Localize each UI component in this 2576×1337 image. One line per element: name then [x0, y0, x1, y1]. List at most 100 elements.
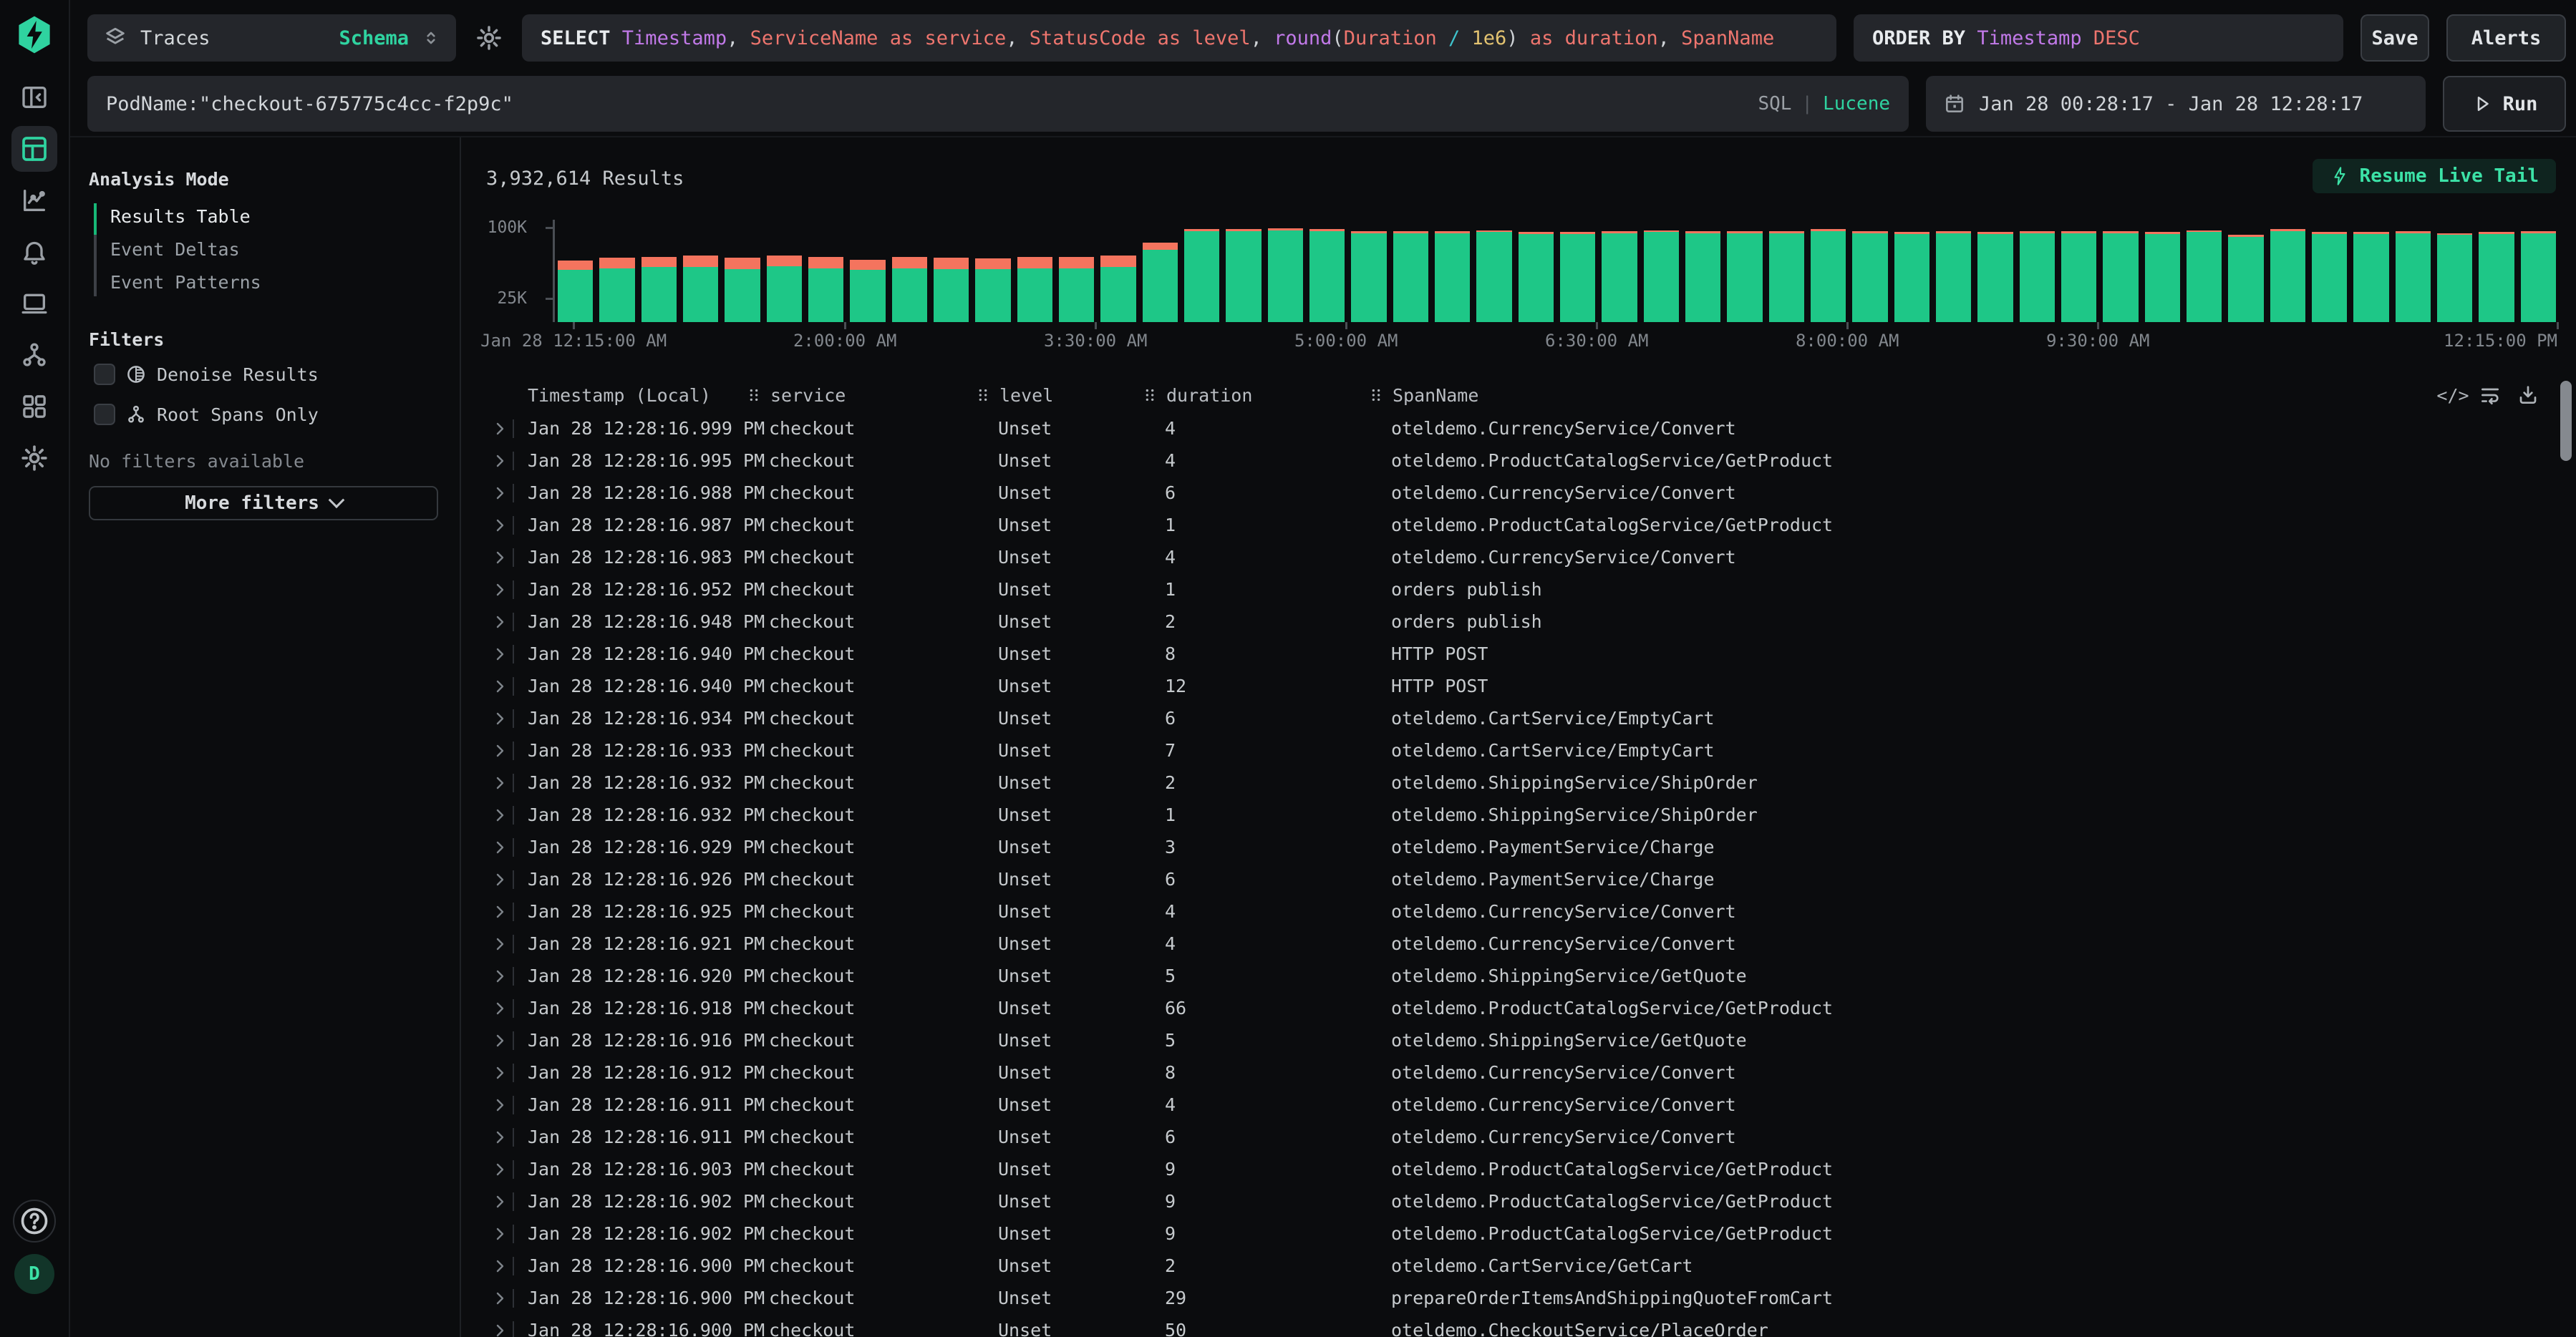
- user-avatar[interactable]: D: [14, 1254, 54, 1294]
- chart-bar[interactable]: [2145, 220, 2180, 322]
- alerts-button[interactable]: Alerts: [2446, 14, 2566, 62]
- chart-bar[interactable]: [2270, 220, 2305, 322]
- column-header-timestamp[interactable]: Timestamp (Local): [528, 378, 711, 412]
- expand-chevron-icon[interactable]: [491, 1185, 508, 1217]
- language-sql-label[interactable]: SQL: [1758, 93, 1791, 115]
- source-selector[interactable]: Traces Schema: [87, 14, 456, 62]
- expand-chevron-icon[interactable]: [491, 1217, 508, 1250]
- chart-bar[interactable]: [725, 220, 760, 322]
- expand-chevron-icon[interactable]: [491, 573, 508, 606]
- chart-bar[interactable]: [1393, 220, 1428, 322]
- chart-bar[interactable]: [1059, 220, 1094, 322]
- save-button[interactable]: Save: [2360, 14, 2429, 62]
- expand-chevron-icon[interactable]: [491, 444, 508, 477]
- chart-bar[interactable]: [1769, 220, 1804, 322]
- chart-bar[interactable]: [892, 220, 927, 322]
- expand-chevron-icon[interactable]: [491, 799, 508, 831]
- chart-bar[interactable]: [850, 220, 885, 322]
- run-button[interactable]: Run: [2443, 76, 2566, 132]
- nav-sessions-monitor-icon[interactable]: [11, 281, 57, 326]
- chart-bar[interactable]: [1100, 220, 1136, 322]
- language-lucene-label[interactable]: Lucene: [1823, 93, 1890, 115]
- expand-chevron-icon[interactable]: [491, 412, 508, 444]
- chart-bar[interactable]: [2396, 220, 2431, 322]
- nav-settings-gear-icon[interactable]: [11, 435, 57, 481]
- table-row[interactable]: Jan 28 12:28:16.921 PMcheckoutUnset4otel…: [463, 928, 2576, 960]
- more-filters-button[interactable]: More filters: [89, 486, 438, 520]
- expand-chevron-icon[interactable]: [491, 928, 508, 960]
- table-row[interactable]: Jan 28 12:28:16.916 PMcheckoutUnset5otel…: [463, 1024, 2576, 1056]
- table-row[interactable]: Jan 28 12:28:16.999 PMcheckoutUnset4otel…: [463, 412, 2576, 444]
- wrap-lines-icon[interactable]: [2476, 381, 2504, 409]
- nav-dashboards-grid-icon[interactable]: [11, 384, 57, 429]
- nav-alerts-bell-icon[interactable]: [11, 229, 57, 275]
- table-row[interactable]: Jan 28 12:28:16.929 PMcheckoutUnset3otel…: [463, 831, 2576, 863]
- expand-chevron-icon[interactable]: [491, 831, 508, 863]
- expand-chevron-icon[interactable]: [491, 1121, 508, 1153]
- expand-chevron-icon[interactable]: [491, 1056, 508, 1089]
- chart-bar[interactable]: [2020, 220, 2055, 322]
- chart-bar[interactable]: [1184, 220, 1219, 322]
- table-row[interactable]: Jan 28 12:28:16.933 PMcheckoutUnset7otel…: [463, 734, 2576, 767]
- search-input[interactable]: PodName:"checkout-675775c4cc-f2p9c" SQL …: [87, 76, 1909, 132]
- expand-chevron-icon[interactable]: [491, 767, 508, 799]
- resume-live-tail-button[interactable]: Resume Live Tail: [2313, 159, 2556, 193]
- column-header-level[interactable]: level: [975, 378, 1053, 412]
- chart-bar[interactable]: [2479, 220, 2514, 322]
- help-icon[interactable]: [13, 1200, 56, 1243]
- nav-chart-icon[interactable]: [11, 178, 57, 223]
- table-row[interactable]: Jan 28 12:28:16.902 PMcheckoutUnset9otel…: [463, 1185, 2576, 1217]
- expand-chevron-icon[interactable]: [491, 1314, 508, 1337]
- expand-chevron-icon[interactable]: [491, 606, 508, 638]
- table-row[interactable]: Jan 28 12:28:16.903 PMcheckoutUnset9otel…: [463, 1153, 2576, 1185]
- table-row[interactable]: Jan 28 12:28:16.940 PMcheckoutUnset12HTT…: [463, 670, 2576, 702]
- chart-bar[interactable]: [683, 220, 718, 322]
- chart-bar[interactable]: [1894, 220, 1929, 322]
- language-toggle[interactable]: SQL | Lucene: [1758, 93, 1890, 115]
- expand-chevron-icon[interactable]: [491, 1024, 508, 1056]
- expand-chevron-icon[interactable]: [491, 509, 508, 541]
- chart-bar[interactable]: [2103, 220, 2138, 322]
- chart-bar[interactable]: [934, 220, 969, 322]
- expand-chevron-icon[interactable]: [491, 863, 508, 895]
- chart-bar[interactable]: [1143, 220, 1178, 322]
- collapse-sidebar-icon[interactable]: [11, 74, 57, 120]
- chart-bar[interactable]: [1268, 220, 1303, 322]
- expand-chevron-icon[interactable]: [491, 638, 508, 670]
- drag-handle-icon[interactable]: [746, 386, 762, 404]
- chart-bar[interactable]: [2061, 220, 2096, 322]
- table-row[interactable]: Jan 28 12:28:16.932 PMcheckoutUnset2otel…: [463, 767, 2576, 799]
- column-header-service[interactable]: service: [746, 378, 846, 412]
- drag-handle-icon[interactable]: [975, 386, 991, 404]
- denoise-checkbox[interactable]: [94, 364, 115, 385]
- column-header-duration[interactable]: duration: [1142, 378, 1252, 412]
- table-row[interactable]: Jan 28 12:28:16.912 PMcheckoutUnset8otel…: [463, 1056, 2576, 1089]
- app-logo[interactable]: [15, 14, 54, 56]
- chart-bar[interactable]: [767, 220, 802, 322]
- chart-bar[interactable]: [1852, 220, 1887, 322]
- expand-chevron-icon[interactable]: [491, 895, 508, 928]
- expand-chevron-icon[interactable]: [491, 1153, 508, 1185]
- chart-bar[interactable]: [2187, 220, 2222, 322]
- chart-bar[interactable]: [1936, 220, 1971, 322]
- mode-event-patterns[interactable]: Event Patterns: [94, 266, 261, 299]
- expand-chevron-icon[interactable]: [491, 992, 508, 1024]
- select-expression-input[interactable]: SELECT Timestamp, ServiceName as service…: [522, 14, 1836, 62]
- chart-bar[interactable]: [1435, 220, 1470, 322]
- date-range-picker[interactable]: Jan 28 00:28:17 - Jan 28 12:28:17: [1926, 76, 2426, 132]
- table-row[interactable]: Jan 28 12:28:16.918 PMcheckoutUnset66ote…: [463, 992, 2576, 1024]
- orderby-expression-input[interactable]: ORDER BY Timestamp DESC: [1854, 14, 2343, 62]
- expand-chevron-icon[interactable]: [491, 734, 508, 767]
- mode-event-deltas[interactable]: Event Deltas: [94, 233, 261, 266]
- source-settings-gear-icon[interactable]: [473, 14, 505, 62]
- chart-bar[interactable]: [558, 220, 593, 322]
- expand-chevron-icon[interactable]: [491, 1282, 508, 1314]
- table-row[interactable]: Jan 28 12:28:16.902 PMcheckoutUnset9otel…: [463, 1217, 2576, 1250]
- vertical-scrollbar[interactable]: [2560, 381, 2572, 461]
- expand-chevron-icon[interactable]: [491, 477, 508, 509]
- drag-handle-icon[interactable]: [1368, 386, 1384, 404]
- chart-bar[interactable]: [1727, 220, 1762, 322]
- chart-bar[interactable]: [641, 220, 677, 322]
- expand-chevron-icon[interactable]: [491, 541, 508, 573]
- table-row[interactable]: Jan 28 12:28:16.952 PMcheckoutUnset1orde…: [463, 573, 2576, 606]
